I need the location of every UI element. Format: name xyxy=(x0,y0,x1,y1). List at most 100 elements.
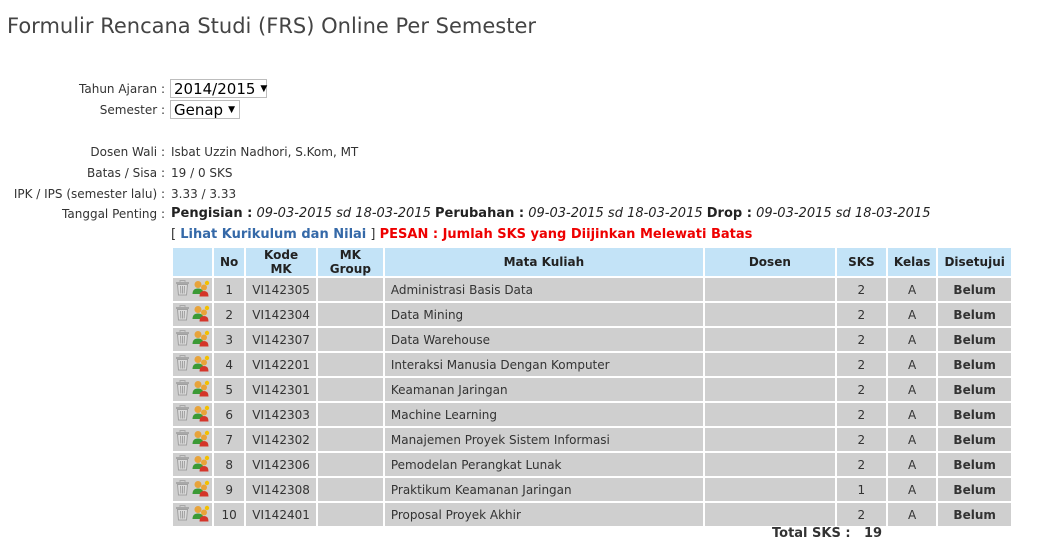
cell-mata-kuliah: Data Warehouse xyxy=(384,328,703,351)
cell-no: 7 xyxy=(214,428,245,451)
row-actions xyxy=(173,278,212,301)
status-badge: Belum xyxy=(938,328,1011,351)
user-change-icon[interactable] xyxy=(192,380,210,400)
user-change-icon[interactable] xyxy=(192,405,210,425)
trash-icon[interactable] xyxy=(175,355,190,374)
table-row: 2 VI142304 Data Mining 2 A Belum xyxy=(173,303,1011,326)
cell-sks: 2 xyxy=(836,428,886,451)
cell-kode-mk: VI142301 xyxy=(246,378,316,401)
status-badge: Belum xyxy=(938,503,1011,526)
cell-mk-group xyxy=(317,278,383,301)
cell-mata-kuliah: Machine Learning xyxy=(384,403,703,426)
total-sks-label: Total SKS : xyxy=(772,526,851,541)
tahun-ajaran-label: Tahun Ajaran : xyxy=(79,82,165,96)
cell-no: 5 xyxy=(214,378,245,401)
cell-kode-mk: VI142304 xyxy=(246,303,316,326)
trash-icon[interactable] xyxy=(175,430,190,449)
cell-no: 9 xyxy=(214,478,245,501)
user-change-icon[interactable] xyxy=(192,455,210,475)
cell-sks: 1 xyxy=(836,478,886,501)
user-change-icon[interactable] xyxy=(192,305,210,325)
cell-dosen xyxy=(704,478,835,501)
cell-sks: 2 xyxy=(836,403,886,426)
ipk-ips-value: 3.33 / 3.33 xyxy=(171,187,237,201)
trash-icon[interactable] xyxy=(175,330,190,349)
lihat-kurikulum-link[interactable]: Lihat Kurikulum dan Nilai xyxy=(180,227,366,242)
table-row: 3 VI142307 Data Warehouse 2 A Belum xyxy=(173,328,1011,351)
cell-kelas: A xyxy=(887,453,937,476)
table-row: 9 VI142308 Praktikum Keamanan Jaringan 1 A Be… xyxy=(173,478,1011,501)
header-disetujui: Disetujui xyxy=(938,248,1011,276)
cell-no: 10 xyxy=(214,503,245,526)
table-row: 4 VI142201 Interaksi Manusia Dengan Komput… xyxy=(173,353,1011,376)
cell-no: 3 xyxy=(214,328,245,351)
cell-kelas: A xyxy=(887,478,937,501)
status-badge: Belum xyxy=(938,403,1011,426)
row-actions xyxy=(173,378,212,401)
cell-mk-group xyxy=(317,403,383,426)
cell-dosen xyxy=(704,453,835,476)
cell-sks: 2 xyxy=(836,353,886,376)
cell-mk-group xyxy=(317,353,383,376)
batas-sisa-value: 19 / 0 SKS xyxy=(171,166,233,180)
trash-icon[interactable] xyxy=(175,305,190,324)
cell-dosen xyxy=(704,353,835,376)
message-line: [ Lihat Kurikulum dan Nilai ] PESAN : Ju… xyxy=(171,227,752,242)
cell-kelas: A xyxy=(887,353,937,376)
cell-dosen xyxy=(704,428,835,451)
cell-mata-kuliah: Data Mining xyxy=(384,303,703,326)
cell-kode-mk: VI142307 xyxy=(246,328,316,351)
table-row: 10 VI142401 Proposal Proyek Akhir 2 A Belum xyxy=(173,503,1011,526)
table-row: 5 VI142301 Keamanan Jaringan 2 A Belum xyxy=(173,378,1011,401)
trash-icon[interactable] xyxy=(175,480,190,499)
semester-select[interactable]: Genap ▼ xyxy=(170,100,240,119)
user-change-icon[interactable] xyxy=(192,430,210,450)
tahun-ajaran-select[interactable]: 2014/2015 ▼ xyxy=(170,79,267,98)
cell-dosen xyxy=(704,378,835,401)
trash-icon[interactable] xyxy=(175,280,190,299)
row-actions xyxy=(173,303,212,326)
cell-kelas: A xyxy=(887,503,937,526)
cell-kelas: A xyxy=(887,303,937,326)
cell-mata-kuliah: Pemodelan Perangkat Lunak xyxy=(384,453,703,476)
row-actions xyxy=(173,503,212,526)
header-dosen: Dosen xyxy=(704,248,835,276)
page-title: Formulir Rencana Studi (FRS) Online Per … xyxy=(7,14,537,38)
trash-icon[interactable] xyxy=(175,505,190,524)
cell-dosen xyxy=(704,278,835,301)
cell-sks: 2 xyxy=(836,328,886,351)
dosen-wali-label: Dosen Wali : xyxy=(90,145,165,159)
table-header-row: No Kode MK MK Group Mata Kuliah Dosen SK… xyxy=(173,248,1011,276)
drop-value: 09-03-2015 sd 18-03-2015 xyxy=(756,206,931,221)
cell-kode-mk: VI142305 xyxy=(246,278,316,301)
user-change-icon[interactable] xyxy=(192,330,210,350)
cell-dosen xyxy=(704,503,835,526)
cell-sks: 2 xyxy=(836,378,886,401)
chevron-down-icon: ▼ xyxy=(228,104,235,115)
status-badge: Belum xyxy=(938,428,1011,451)
chevron-down-icon: ▼ xyxy=(260,83,268,94)
status-badge: Belum xyxy=(938,478,1011,501)
semester-value: Genap xyxy=(174,100,224,119)
cell-mk-group xyxy=(317,478,383,501)
status-badge: Belum xyxy=(938,353,1011,376)
table-row: 6 VI142303 Machine Learning 2 A Belum xyxy=(173,403,1011,426)
total-sks-value: 19 xyxy=(864,526,883,541)
row-actions xyxy=(173,428,212,451)
user-change-icon[interactable] xyxy=(192,280,210,300)
user-change-icon[interactable] xyxy=(192,480,210,500)
cell-kelas: A xyxy=(887,378,937,401)
user-change-icon[interactable] xyxy=(192,355,210,375)
header-kode-mk: Kode MK xyxy=(246,248,316,276)
user-change-icon[interactable] xyxy=(192,505,210,525)
trash-icon[interactable] xyxy=(175,455,190,474)
cell-kode-mk: VI142401 xyxy=(246,503,316,526)
cell-sks: 2 xyxy=(836,278,886,301)
trash-icon[interactable] xyxy=(175,405,190,424)
row-actions xyxy=(173,353,212,376)
cell-no: 6 xyxy=(214,403,245,426)
trash-icon[interactable] xyxy=(175,380,190,399)
cell-dosen xyxy=(704,403,835,426)
status-badge: Belum xyxy=(938,303,1011,326)
row-actions xyxy=(173,478,212,501)
